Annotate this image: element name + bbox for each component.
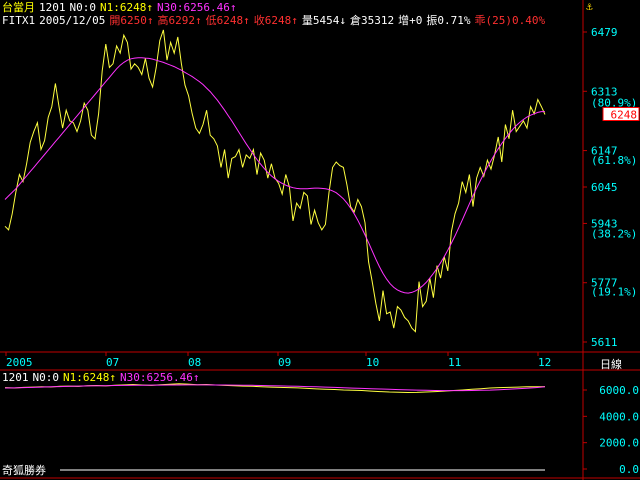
price-line: [4, 29, 546, 333]
footer-label: 奇狐勝券: [2, 464, 46, 477]
header-line-1: 台當月 1201 N0:0 N1:6248↑ N30:6256.46↑: [2, 1, 240, 14]
fib-level-label: (61.8%): [591, 154, 637, 167]
fib-level-label: (19.1%): [591, 285, 637, 298]
quote-field-3: 高6292↑: [157, 14, 202, 27]
x-tick-label: 12: [538, 356, 551, 369]
lower-field-0: 1201: [2, 371, 29, 384]
quote-field-8: 增+0: [398, 14, 423, 27]
header-line-2: FITX1 2005/12/05 開6250↑ 高6292↑ 低6248↑ 收6248↑ 量…: [2, 14, 549, 27]
y-tick-label: 5611: [591, 336, 618, 349]
fib-level-label: (38.2%): [591, 227, 637, 240]
header-field-2: N0:0: [69, 1, 97, 14]
lower-y-tick-label: 0.0: [619, 463, 639, 476]
lower-field-2: N1:6248↑: [63, 371, 116, 384]
lower-field-1: N0:0: [32, 371, 60, 384]
quote-field-5: 收6248↑: [253, 14, 298, 27]
last-price-label: 6248: [611, 109, 638, 122]
lower-panel-header: 1201 N0:0 N1:6248↑ N30:6256.46↑: [2, 371, 203, 384]
quote-field-4: 低6248↑: [205, 14, 250, 27]
quote-field-2: 開6250↑: [109, 14, 154, 27]
header-field-0: 台當月: [2, 1, 35, 14]
quote-field-1: 2005/12/05: [39, 14, 106, 27]
header-field-4: N30:6256.46↑: [156, 1, 237, 14]
lower-price-line: [4, 383, 546, 394]
x-tick-label: 2005: [6, 356, 33, 369]
x-tick-label: 10: [366, 356, 379, 369]
header-field-3: N1:6248↑: [100, 1, 153, 14]
lower-y-tick-label: 2000.0: [599, 437, 639, 450]
x-tick-label: 08: [188, 356, 201, 369]
x-axis-title: 日線: [600, 357, 622, 371]
lower-field-3: N30:6256.46↑: [119, 371, 200, 384]
lower-y-tick-label: 4000.0: [599, 410, 639, 423]
y-tick-label: 6045: [591, 181, 618, 194]
lower-y-tick-label: 6000.0: [599, 384, 639, 397]
anchor-icon[interactable]: ⚓: [586, 0, 593, 13]
x-tick-label: 07: [106, 356, 119, 369]
x-tick-label: 09: [278, 356, 291, 369]
chart-canvas: 6479631361476045594357775611(80.9%)(61.8…: [0, 0, 640, 480]
y-tick-label: 6479: [591, 26, 618, 39]
quote-field-10: 乖(25)0.40%: [474, 14, 546, 27]
quote-field-6: 量5454↓: [301, 14, 346, 27]
quote-field-7: 倉35312: [349, 14, 395, 27]
moving-average-line: [4, 57, 545, 294]
quote-field-9: 振0.71%: [426, 14, 471, 27]
x-tick-label: 11: [448, 356, 461, 369]
header-field-1: 1201: [39, 1, 66, 14]
quote-field-0: FITX1: [2, 14, 36, 27]
